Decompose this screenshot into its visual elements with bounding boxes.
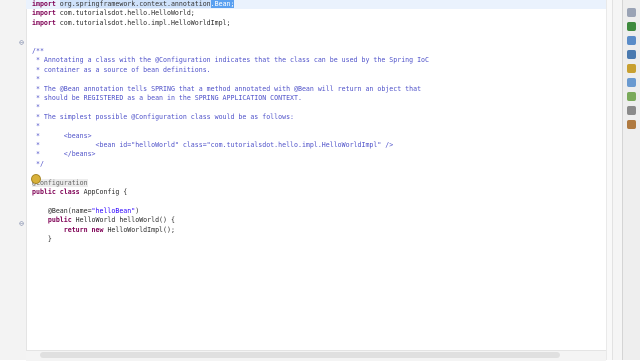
code-token: * Annotating a class with the @Configura… <box>32 56 429 65</box>
code-line[interactable]: /** <box>32 47 44 56</box>
code-line[interactable]: * <beans> <box>32 132 92 141</box>
code-token: } <box>32 235 52 243</box>
code-line[interactable]: @Bean(name="helloBean") <box>32 207 139 216</box>
code-editor[interactable]: import org.springframework.context.annot… <box>32 0 606 360</box>
code-line[interactable]: * Annotating a class with the @Configura… <box>32 56 429 65</box>
fold-collapse-icon[interactable]: ⊖ <box>17 219 26 228</box>
code-token: HelloWorldImpl(); <box>107 225 175 234</box>
code-line[interactable]: import org.springframework.context.annot… <box>32 0 235 9</box>
code-token: return new <box>32 225 108 234</box>
code-token: * <box>32 75 40 84</box>
code-token: AppConfig { <box>83 188 128 196</box>
code-token: * </beans> <box>32 150 96 159</box>
code-token: * <box>32 103 40 112</box>
code-token: * The @Bean annotation tells SPRING that… <box>32 84 422 93</box>
code-line[interactable]: * <box>32 122 40 131</box>
code-line[interactable]: } <box>32 235 52 244</box>
horizontal-scroll-thumb[interactable] <box>40 352 560 358</box>
code-token: import <box>32 0 60 8</box>
code-token: */ <box>32 159 44 168</box>
code-line[interactable]: * <box>32 103 40 112</box>
code-line[interactable]: * The @Bean annotation tells SPRING that… <box>32 85 421 94</box>
code-line[interactable]: * <box>32 75 40 84</box>
code-token: public class <box>32 188 84 196</box>
code-token: * should be REGISTERED as a bean in the … <box>32 94 302 102</box>
code-line[interactable]: * container as a source of bean definiti… <box>32 66 211 75</box>
task-list-icon[interactable] <box>627 22 636 31</box>
problems-icon[interactable] <box>627 64 636 73</box>
code-token: * container as a source of bean definiti… <box>32 65 211 74</box>
code-token: import <box>32 9 60 18</box>
code-token: * <beans> <box>32 131 92 140</box>
console-icon[interactable] <box>627 50 636 59</box>
code-token: ) <box>135 206 140 215</box>
warning-marker-icon[interactable] <box>31 174 41 184</box>
code-token: .Bean; <box>210 0 235 8</box>
code-token: * <bean id="helloWorld" class="com.tutor… <box>32 141 394 149</box>
fold-collapse-icon[interactable]: ⊖ <box>17 38 26 47</box>
code-token: org.springframework.context.annotation <box>59 0 211 8</box>
restore-icon[interactable] <box>627 8 636 17</box>
code-token: public <box>32 216 76 225</box>
code-line[interactable]: public class AppConfig { <box>32 188 127 197</box>
history-icon[interactable] <box>627 120 636 129</box>
code-line[interactable]: * </beans> <box>32 150 96 159</box>
code-token: HelloWorld helloWorld() { <box>75 216 175 225</box>
editor-gutter <box>0 0 27 360</box>
code-line[interactable]: * <bean id="helloWorld" class="com.tutor… <box>32 141 393 150</box>
code-token: /** <box>32 47 44 55</box>
code-line[interactable]: import com.tutorialsdot.hello.HelloWorld… <box>32 9 195 18</box>
code-line[interactable]: import com.tutorialsdot.hello.impl.Hello… <box>32 19 231 28</box>
code-line[interactable]: return new HelloWorldImpl(); <box>32 226 175 235</box>
code-line[interactable]: * The simplest possible @Configuration c… <box>32 113 294 122</box>
code-line[interactable]: public HelloWorld helloWorld() { <box>32 216 175 225</box>
code-token: * <box>32 122 40 131</box>
code-token: @Bean(name= <box>32 206 92 215</box>
code-token: com.tutorialsdot.hello.HelloWorld; <box>59 9 195 18</box>
outline-icon[interactable] <box>627 36 636 45</box>
code-token: * The simplest possible @Configuration c… <box>32 112 295 121</box>
code-line[interactable]: * should be REGISTERED as a bean in the … <box>32 94 302 103</box>
javadoc-icon[interactable] <box>627 78 636 87</box>
code-line[interactable]: */ <box>32 160 44 169</box>
search-icon[interactable] <box>627 106 636 115</box>
code-token: com.tutorialsdot.hello.impl.HelloWorldIm… <box>59 18 231 27</box>
code-token: "helloBean" <box>91 206 136 215</box>
declaration-icon[interactable] <box>627 92 636 101</box>
code-token: import <box>32 18 60 27</box>
